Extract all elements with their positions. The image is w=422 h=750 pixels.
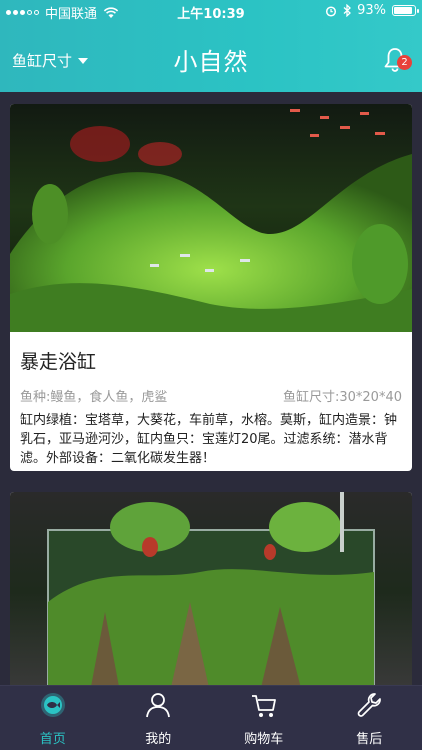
tab-profile[interactable]: 我的 [106,686,212,750]
wrench-icon [357,693,382,717]
user-icon [146,693,171,718]
tab-label: 首页 [39,732,66,747]
tab-after-sales[interactable]: 售后 [317,686,422,750]
battery-percent: 93% [357,3,386,18]
tab-label: 售后 [356,732,383,747]
bottom-tab-bar: 首页 我的 购物车 售后 [0,685,422,750]
tab-home[interactable]: 首页 [0,686,106,750]
fish-home-icon [40,693,65,717]
tank-size-value: 鱼缸尺寸:30*20*40 [282,390,402,405]
card-title: 暴走浴缸 [20,351,97,373]
tank-card[interactable]: 暴走浴缸 鱼种:鳗鱼，食人鱼，虎鲨 鱼缸尺寸:30*20*40 缸内绿植：宝塔草… [10,104,412,471]
cart-icon [251,695,276,717]
page-title: 小自然 [173,48,249,76]
fish-species: 鱼种:鳗鱼，食人鱼，虎鲨 [20,390,168,405]
battery-icon [392,5,419,16]
card-meta: 鱼种:鳗鱼，食人鱼，虎鲨 鱼缸尺寸:30*20*40 [20,386,402,405]
bluetooth-icon [343,4,352,17]
notification-badge: 2 [397,55,412,70]
tab-label: 我的 [145,732,172,747]
aquarium-photo [10,492,412,692]
status-bar: 中国联通 上午10:39 93% [0,0,422,22]
card-description: 缸内绿植：宝塔草，大葵花，车前草，水榕。莫斯，缸内造景：钟乳石，亚马逊河沙，缸内… [20,413,398,466]
app-header: 中国联通 上午10:39 93% 鱼缸尺寸 小自然 2 [0,0,422,92]
tank-card[interactable] [10,492,412,692]
battery-fill [394,7,412,14]
alarm-icon [326,5,337,17]
tab-cart[interactable]: 购物车 [211,686,317,750]
aquarium-photo [10,104,412,332]
tab-label: 购物车 [244,732,284,747]
